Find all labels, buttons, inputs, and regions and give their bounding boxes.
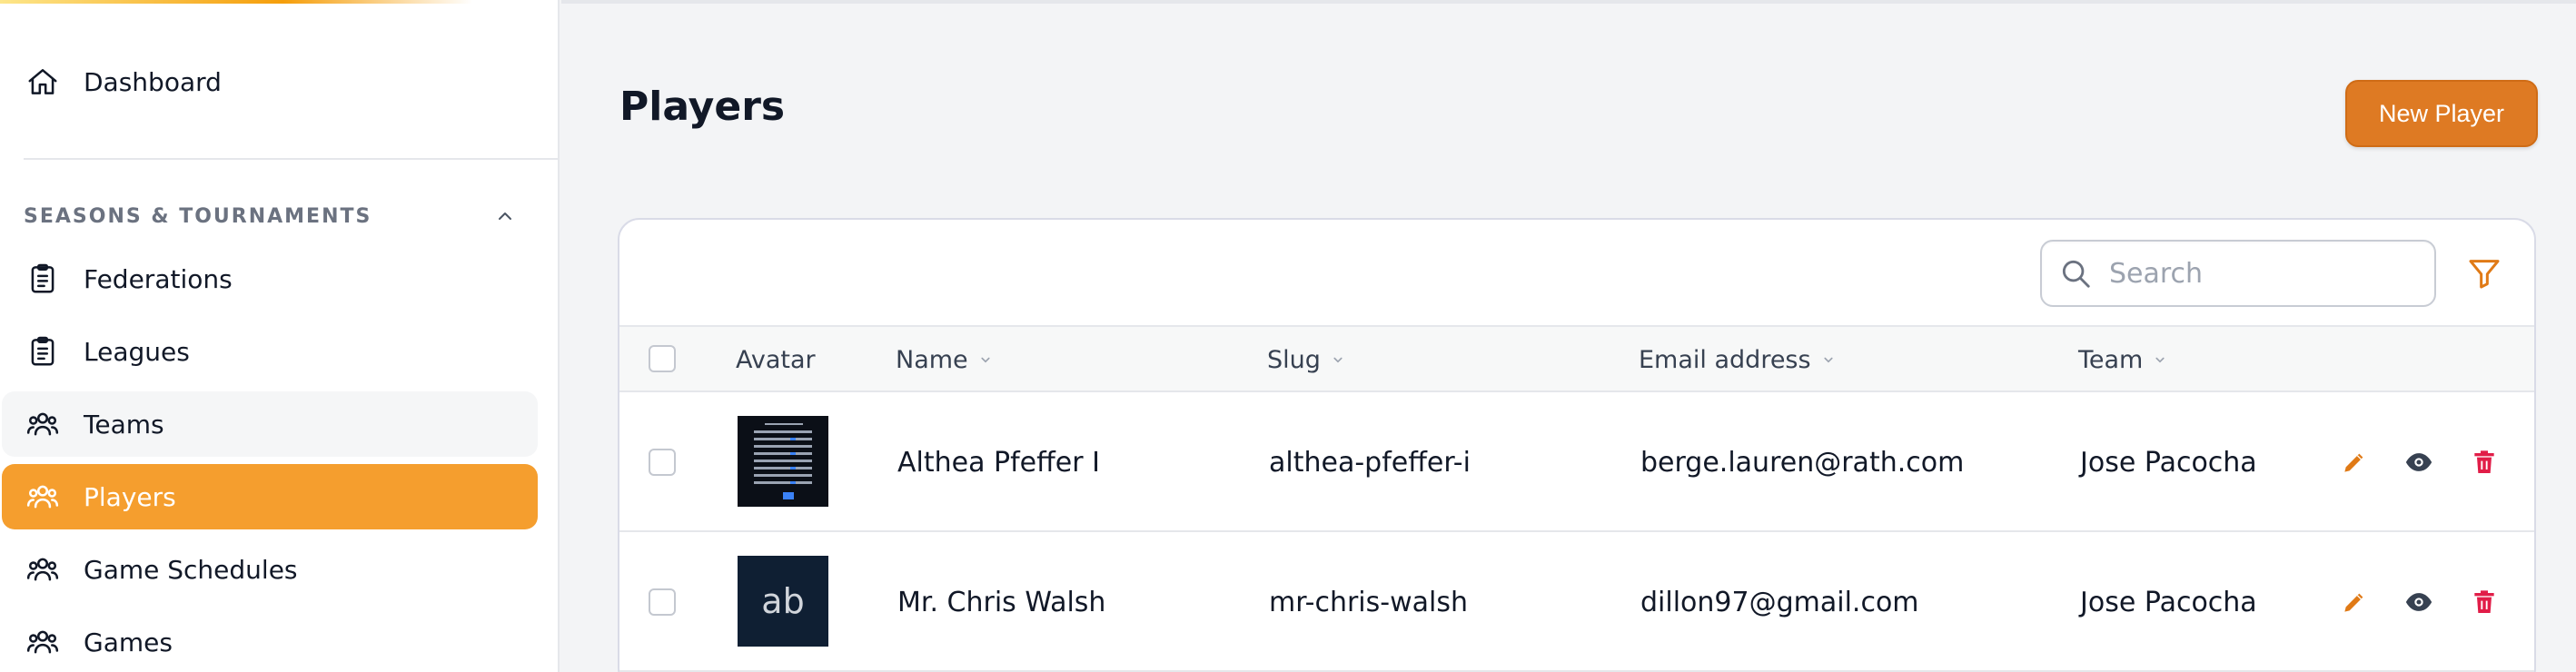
sidebar-group-label[interactable]: SEASONS & TOURNAMENTS	[24, 205, 372, 228]
sidebar-item-players[interactable]: Players	[2, 464, 538, 529]
sidebar-item-label: Games	[84, 627, 173, 657]
sidebar-item-games[interactable]: Games	[2, 609, 538, 672]
edit-button[interactable]	[2337, 445, 2372, 479]
new-player-button[interactable]: New Player	[2345, 80, 2538, 147]
avatar	[738, 416, 828, 507]
player-slug: mr-chris-walsh	[1269, 586, 1468, 618]
sidebar-item-label: Dashboard	[84, 66, 222, 97]
sidebar-item-label: Teams	[84, 409, 164, 440]
player-email: berge.lauren@rath.com	[1640, 446, 1965, 479]
sidebar-item-game-schedules[interactable]: Game Schedules	[2, 537, 538, 602]
search-icon	[2062, 260, 2090, 288]
player-team: Jose Pacocha	[2080, 446, 2257, 479]
player-team: Jose Pacocha	[2080, 586, 2257, 618]
column-header-label: Team	[2078, 345, 2144, 374]
pencil-icon	[2344, 453, 2363, 472]
column-header-slug[interactable]: Slug	[1267, 327, 1346, 392]
column-header-label: Name	[896, 345, 968, 374]
main-content: Players New Player Avatar Name Slug Emai…	[561, 0, 2576, 672]
delete-button[interactable]	[2467, 585, 2502, 619]
filter-button[interactable]	[2463, 252, 2505, 294]
page-title: Players	[619, 84, 786, 130]
trash-icon	[2474, 590, 2494, 613]
view-button[interactable]	[2402, 585, 2436, 619]
edit-button[interactable]	[2337, 585, 2372, 619]
pencil-icon	[2344, 593, 2363, 612]
column-header-label: Email address	[1639, 345, 1811, 374]
view-button[interactable]	[2402, 445, 2436, 479]
table-toolbar	[619, 220, 2534, 325]
chevron-up-icon[interactable]	[494, 205, 516, 227]
players-table: Avatar Name Slug Email address Team	[618, 218, 2536, 672]
sidebar-item-label: Game Schedules	[84, 554, 298, 585]
users-icon	[25, 625, 60, 659]
column-header-label: Slug	[1267, 345, 1321, 374]
row-checkbox[interactable]	[649, 449, 676, 476]
sidebar-item-label: Federations	[84, 263, 233, 294]
users-icon	[25, 479, 60, 514]
table-header: Avatar Name Slug Email address Team	[619, 325, 2534, 392]
chevron-down-icon	[2155, 357, 2165, 363]
search-input[interactable]	[2109, 257, 2418, 290]
chevron-down-icon	[1333, 357, 1342, 363]
sidebar-item-teams[interactable]: Teams	[2, 391, 538, 457]
sidebar-item-label: Players	[84, 481, 176, 512]
player-slug: althea-pfeffer-i	[1269, 446, 1471, 479]
column-header-email[interactable]: Email address	[1639, 327, 1837, 392]
column-header-team[interactable]: Team	[2078, 327, 2168, 392]
row-checkbox[interactable]	[649, 588, 676, 616]
users-icon	[25, 407, 60, 441]
player-name: Althea Pfeffer I	[897, 446, 1100, 479]
sidebar-item-leagues[interactable]: Leagues	[2, 319, 538, 384]
home-icon	[25, 64, 60, 99]
sidebar-item-label: Leagues	[84, 336, 190, 367]
table-row: ab Mr. Chris Walsh mr-chris-walsh dillon…	[619, 532, 2534, 672]
sidebar-item-dashboard[interactable]: Dashboard	[2, 49, 538, 114]
delete-button[interactable]	[2467, 445, 2502, 479]
chevron-down-icon	[981, 357, 990, 363]
eye-icon	[2405, 453, 2432, 471]
player-name: Mr. Chris Walsh	[897, 586, 1106, 618]
users-icon	[25, 552, 60, 587]
table-row: Althea Pfeffer I althea-pfeffer-i berge.…	[619, 392, 2534, 532]
filter-icon	[2469, 260, 2500, 289]
trash-icon	[2474, 450, 2494, 473]
sidebar: Dashboard SEASONS & TOURNAMENTS Federati…	[0, 0, 560, 672]
column-header-name[interactable]: Name	[896, 327, 994, 392]
search-box[interactable]	[2040, 240, 2436, 307]
column-header-avatar: Avatar	[736, 327, 816, 392]
select-all-checkbox[interactable]	[649, 345, 676, 372]
avatar: ab	[738, 556, 828, 647]
sidebar-item-federations[interactable]: Federations	[2, 246, 538, 311]
clipboard-icon	[25, 262, 60, 296]
chevron-down-icon	[1824, 357, 1833, 363]
player-email: dillon97@gmail.com	[1640, 586, 1919, 618]
avatar-initials: ab	[761, 581, 805, 621]
sidebar-divider	[24, 158, 560, 160]
avatar-image	[738, 416, 828, 507]
column-header-label: Avatar	[736, 345, 816, 374]
eye-icon	[2405, 593, 2432, 611]
clipboard-icon	[25, 334, 60, 369]
